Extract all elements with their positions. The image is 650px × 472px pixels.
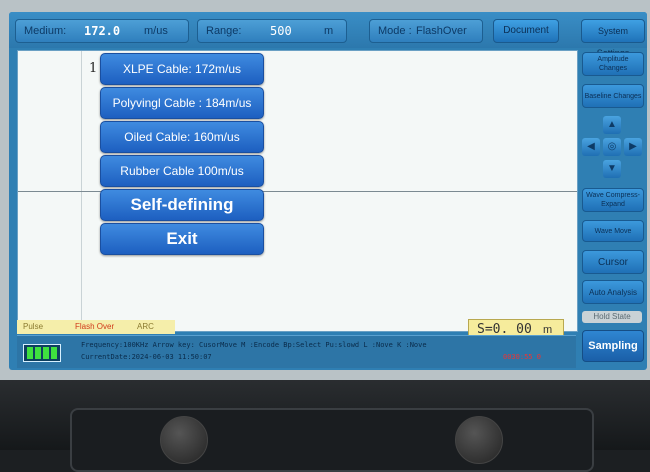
medium-label: Medium: <box>24 25 67 37</box>
arrow-up-icon[interactable]: ▲ <box>603 116 621 134</box>
wave-move-button[interactable]: Wave Move <box>582 220 644 242</box>
mode-label: Mode : <box>378 25 412 37</box>
control-panel <box>70 408 594 472</box>
system-settings-button[interactable]: System Settings <box>581 19 645 58</box>
status-date-line: CurrentDate:2024-06-03 11:50:07 <box>81 353 212 361</box>
mode-pulse[interactable]: Pulse <box>23 320 43 334</box>
menu-oiled-cable[interactable]: Oiled Cable: 160m/us <box>100 121 264 153</box>
arrow-pad: ▲ ◀ ◎ ▶ ▼ <box>582 116 642 186</box>
wave-compress-expand-button[interactable]: Wave Compress-Expand <box>582 188 644 212</box>
sampling-button[interactable]: Sampling <box>582 330 644 362</box>
right-knob-icon[interactable] <box>455 416 503 464</box>
mode-flash-over[interactable]: Flash Over <box>75 320 114 334</box>
document-button[interactable]: Document <box>493 19 559 43</box>
mode-strip: Pulse Flash Over ARC <box>17 320 175 334</box>
mode-arc[interactable]: ARC <box>137 320 154 334</box>
menu-xlpe-cable[interactable]: XLPE Cable: 172m/us <box>100 53 264 85</box>
range-value: 500 <box>270 24 292 38</box>
range-field[interactable]: Range: 500 m <box>197 19 347 43</box>
center-icon[interactable]: ◎ <box>603 138 621 156</box>
battery-icon <box>23 344 61 362</box>
hold-state-button[interactable]: Hold State <box>582 311 642 323</box>
arrow-left-icon[interactable]: ◀ <box>582 138 600 156</box>
auto-analysis-button[interactable]: Auto Analysis <box>582 280 644 304</box>
menu-self-defining[interactable]: Self-defining <box>100 189 264 221</box>
cursor-marker: 1 <box>89 61 98 76</box>
menu-polyvinyl-cable[interactable]: Polyvingl Cable : 184m/us <box>100 87 264 119</box>
medium-field[interactable]: Medium: 172.0 m/us <box>15 19 189 43</box>
arrow-down-icon[interactable]: ▼ <box>603 160 621 178</box>
mode-field[interactable]: Mode : FlashOver <box>369 19 483 43</box>
device-bezel: Medium: 172.0 m/us Range: 500 m Mode : F… <box>0 0 650 380</box>
medium-value: 172.0 <box>84 24 121 38</box>
status-red-readout: 0030:55 0 <box>503 353 541 361</box>
status-bar: Frequency:100KHz Arrow key: CusorMove M … <box>17 335 576 368</box>
status-help-line: Frequency:100KHz Arrow key: CusorMove M … <box>81 341 427 349</box>
arrow-right-icon[interactable]: ▶ <box>624 138 642 156</box>
mode-value: FlashOver <box>416 25 467 37</box>
baseline-changes-button[interactable]: Baseline Changes <box>582 84 644 108</box>
device-lower-case <box>0 380 650 472</box>
amplitude-changes-button[interactable]: Amplitude Changes <box>582 52 644 76</box>
device-screen: Medium: 172.0 m/us Range: 500 m Mode : F… <box>9 12 647 370</box>
menu-rubber-cable[interactable]: Rubber Cable 100m/us <box>100 155 264 187</box>
menu-exit[interactable]: Exit <box>100 223 264 255</box>
range-label: Range: <box>206 25 242 37</box>
left-knob-icon[interactable] <box>160 416 208 464</box>
cursor-button[interactable]: Cursor <box>582 250 644 274</box>
medium-unit: m/us <box>144 25 168 37</box>
top-bar: Medium: 172.0 m/us Range: 500 m Mode : F… <box>9 12 647 58</box>
range-unit: m <box>324 25 334 37</box>
waveform-display[interactable]: 1 XLPE Cable: 172m/us Polyvingl Cable : … <box>17 50 578 341</box>
